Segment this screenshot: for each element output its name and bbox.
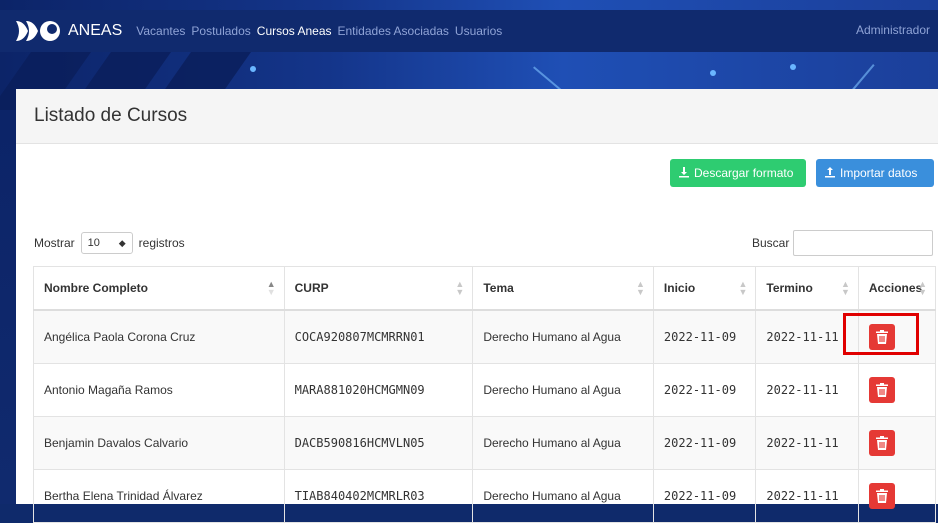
table-row: Angélica Paola Corona Cruz COCA920807MCM… — [33, 309, 937, 364]
column-label: CURP — [294, 281, 329, 295]
cell-acciones — [857, 363, 937, 417]
trash-icon — [875, 383, 888, 397]
table-header-row: Nombre Completo ▲ ▼ CURP ▲ ▼ Tema ▲ ▼ Inicio ▲ ▼… — [33, 266, 937, 311]
delete-button[interactable] — [868, 483, 895, 509]
cell-inicio: 2022-11-09 — [652, 363, 757, 417]
nav-usuarios[interactable]: Usuarios — [455, 24, 502, 38]
panel-header: Listado de Cursos — [16, 89, 938, 144]
cell-acciones — [857, 469, 937, 523]
sort-asc-icon: ▲ ▼ — [266, 279, 276, 297]
download-format-label: Descargar formato — [694, 166, 794, 180]
delete-button[interactable] — [868, 430, 895, 456]
search-input[interactable] — [793, 230, 933, 256]
column-header-curp[interactable]: CURP ▲ ▼ — [283, 266, 474, 311]
cell-termino: 2022-11-11 — [755, 363, 859, 417]
download-format-button[interactable]: Descargar formato — [670, 159, 806, 187]
courses-panel: Listado de Cursos Descargar formato Impo… — [16, 89, 938, 523]
column-header-inicio[interactable]: Inicio ▲ ▼ — [652, 266, 757, 311]
sort-icon: ▲ ▼ — [918, 279, 927, 297]
records-label: registros — [138, 236, 185, 250]
column-label: Termino — [766, 281, 813, 295]
page-title: Listado de Cursos — [34, 105, 188, 126]
column-label: Nombre Completo — [44, 281, 149, 295]
column-header-acciones[interactable]: Acciones ▲ ▼ — [857, 266, 937, 311]
page-size-value: 10 — [87, 237, 100, 249]
cell-tema: Derecho Humano al Agua — [472, 363, 654, 417]
upload-icon — [824, 166, 836, 181]
download-icon — [678, 166, 690, 181]
left-background-strip — [0, 110, 16, 504]
page-length-control: Mostrar 10 ◆ registros — [34, 232, 185, 254]
column-label: Tema — [483, 281, 514, 295]
sort-icon: ▲ ▼ — [455, 279, 465, 297]
cell-curp: MARA881020HCMGMN09 — [283, 363, 474, 417]
sort-icon: ▲ ▼ — [840, 279, 850, 297]
select-arrows-icon: ◆ — [118, 237, 126, 248]
column-header-termino[interactable]: Termino ▲ ▼ — [755, 266, 859, 311]
banner-dot — [250, 66, 256, 72]
cell-tema: Derecho Humano al Agua — [472, 416, 654, 470]
cell-nombre: Antonio Magaña Ramos — [33, 363, 285, 417]
cell-tema: Derecho Humano al Agua — [472, 469, 654, 523]
delete-button[interactable] — [868, 377, 895, 403]
top-navbar: ANEAS Vacantes Postulados Cursos Aneas E… — [0, 10, 938, 52]
cell-curp: DACB590816HCMVLN05 — [283, 416, 474, 470]
banner-dot — [710, 70, 716, 76]
cell-nombre: Benjamin Davalos Calvario — [33, 416, 285, 470]
page-size-select[interactable]: 10 ◆ — [80, 232, 133, 254]
brand-logo[interactable]: ANEAS — [14, 17, 136, 45]
table-row: Benjamin Davalos Calvario DACB590816HCMV… — [33, 416, 937, 470]
cell-inicio: 2022-11-09 — [652, 309, 757, 364]
trash-icon — [875, 436, 888, 450]
trash-icon — [875, 489, 888, 503]
column-header-tema[interactable]: Tema ▲ ▼ — [472, 266, 654, 311]
cell-inicio: 2022-11-09 — [652, 469, 757, 523]
import-data-button[interactable]: Importar datos — [816, 159, 934, 187]
show-label: Mostrar — [34, 236, 75, 250]
brand-name: ANEAS — [68, 22, 123, 39]
nav-entidades-asociadas[interactable]: Entidades Asociadas — [338, 24, 449, 38]
cell-nombre: Bertha Elena Trinidad Álvarez — [33, 469, 285, 523]
column-label: Inicio — [663, 281, 696, 295]
column-label: Acciones — [868, 281, 923, 295]
cell-termino: 2022-11-11 — [755, 469, 859, 523]
column-header-nombre[interactable]: Nombre Completo ▲ ▼ — [33, 266, 285, 311]
cell-acciones — [857, 416, 937, 470]
cell-inicio: 2022-11-09 — [652, 416, 757, 470]
cell-curp: COCA920807MCMRRN01 — [283, 309, 474, 364]
table-row: Antonio Magaña Ramos MARA881020HCMGMN09 … — [33, 363, 937, 417]
nav-cursos-aneas[interactable]: Cursos Aneas — [257, 24, 332, 38]
nav-postulados[interactable]: Postulados — [191, 24, 250, 38]
search-label: Buscar — [752, 236, 790, 250]
water-drop-logo-icon — [16, 21, 60, 41]
cell-nombre: Angélica Paola Corona Cruz — [33, 309, 285, 364]
user-menu[interactable]: Administrador — [856, 23, 930, 37]
banner-dot — [790, 64, 796, 70]
cell-tema: Derecho Humano al Agua — [472, 309, 654, 364]
sort-icon: ▲ ▼ — [738, 279, 748, 297]
cell-termino: 2022-11-11 — [755, 416, 859, 470]
cell-curp: TIAB840402MCMRLR03 — [283, 469, 474, 523]
nav-vacantes[interactable]: Vacantes — [136, 24, 185, 38]
table-row: Bertha Elena Trinidad Álvarez TIAB840402… — [33, 469, 937, 523]
highlight-box — [843, 313, 919, 355]
import-data-label: Importar datos — [840, 166, 918, 180]
courses-table: Nombre Completo ▲ ▼ CURP ▲ ▼ Tema ▲ ▼ Inicio ▲ ▼… — [33, 266, 937, 523]
sort-icon: ▲ ▼ — [636, 279, 645, 297]
